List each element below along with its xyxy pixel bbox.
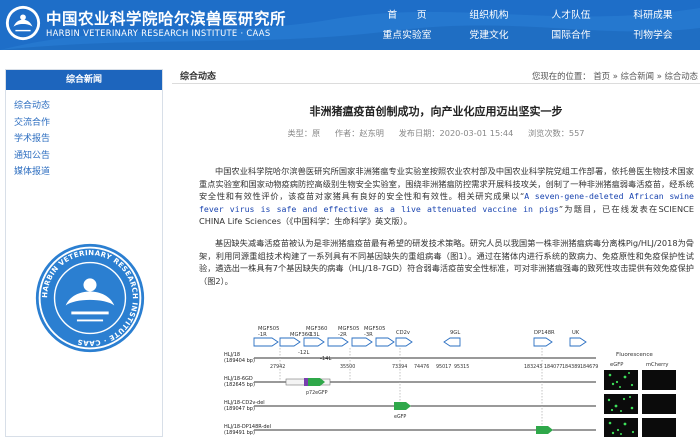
sidebar-item-general-news[interactable]: 综合动态 [14,98,162,115]
breadcrumb-current[interactable]: 综合动态 [665,71,699,81]
nav-talent[interactable]: 人才队伍 [536,7,606,21]
sidebar-list: 综合动态 交流合作 学术报告 通知公告 媒体报道 [6,90,162,181]
marker-label: p72eGFP [306,390,328,396]
gene-arrow [279,337,301,347]
article-date: 发布日期：2020-03-01 15:44 [398,128,514,138]
sidebar-title: 综合新闻 [6,70,162,90]
gene-arrow [327,337,349,347]
fluorescence-col-egfp: eGFP [610,362,623,368]
gene-arrow [569,337,587,347]
article-paragraph-1: 中国农业科学院哈尔滨兽医研究所国家非洲猪瘟专业实验室按照农业农村部及中国农业科学… [199,165,694,228]
coord-label: 95017 [436,364,451,370]
sidebar-item-exchange[interactable]: 交流合作 [14,115,162,132]
sidebar-item-notices[interactable]: 通知公告 [14,148,162,165]
coord-label: 73394 [392,364,407,370]
nav-journals[interactable]: 刊物学会 [618,27,688,41]
coord-label: 183243 [524,364,542,370]
figure-genome-map: MGF505 -1R MGF360 MGF360 -13L MGF505 -2R… [224,322,694,437]
mcherry-panel [642,394,676,414]
coord-label: 184389 [562,364,580,370]
strain-size: (182645 bp) [224,382,255,388]
gene-arrow [351,337,373,347]
gene-label: -12L [298,350,309,356]
gene-arrow [303,337,325,347]
gene-label: -3R [364,332,373,338]
gene-arrow [395,337,413,347]
main-content: 综合动态 您现在的位置： 首页 » 综合新闻 » 综合动态 非洲猪瘟疫苗创制成功… [172,66,700,437]
gene-arrow [443,337,461,347]
content-topbar: 综合动态 您现在的位置： 首页 » 综合新闻 » 综合动态 [172,66,700,84]
gene-arrow [253,337,279,347]
institute-emblem-icon: HARBIN VETERINARY RESEARCH INSTITUTE · C… [35,243,145,353]
gene-label: -1R [258,332,267,338]
sidebar: 综合新闻 综合动态 交流合作 学术报告 通知公告 媒体报道 HARBIN VET… [5,69,163,437]
strain-size: (189491 bp) [224,430,255,436]
coord-label: 95315 [454,364,469,370]
fluorescence-col-mcherry: mCherry [646,362,668,368]
sidebar-item-academic-reports[interactable]: 学术报告 [14,131,162,148]
breadcrumb-separator: » [612,71,618,81]
breadcrumb-prefix: 您现在的位置： [532,71,591,81]
fluorescence-title: Fluorescence [616,352,653,358]
gene-label: -14L [320,356,331,362]
egfp-cassette [536,426,553,434]
gene-label: DP148R [534,330,555,336]
strain-size: (189404 bp) [224,358,255,364]
mcherry-panel [642,370,676,390]
article-author: 作者：赵东明 [334,128,384,138]
article-meta: 类型：原 作者：赵东明 发布日期：2020-03-01 15:44 浏览次数：5… [172,127,700,139]
strain-size: (189047 bp) [224,406,255,412]
nav-home[interactable]: 首 页 [372,7,442,21]
institute-logo-icon[interactable] [4,4,42,42]
breadcrumb-separator: » [656,71,662,81]
coord-label: 184679 [580,364,598,370]
coord-label: 74476 [414,364,429,370]
breadcrumb-news[interactable]: 综合新闻 [621,71,655,81]
egfp-cassette [394,402,411,410]
gene-arrow [533,337,553,347]
gene-label: UK [572,330,580,336]
institute-name-en: HARBIN VETERINARY RESEARCH INSTITUTE · C… [46,28,271,38]
gene-arrow [375,337,395,347]
article-category: 类型：原 [287,128,321,138]
mcherry-panel [642,418,676,437]
gene-label: -2R [338,332,347,338]
article-paragraph-2: 基因缺失减毒活疫苗被认为是非洲猪瘟疫苗最有希望的研发技术策略。研究人员以我国第一… [199,238,694,286]
promoter-block [304,378,308,386]
gene-label: CD2v [396,330,410,336]
nav-achievements[interactable]: 科研成果 [618,7,688,21]
nav-party-culture[interactable]: 党建文化 [454,27,524,41]
coord-label: 27942 [270,364,285,370]
sidebar-item-media[interactable]: 媒体报道 [14,164,162,181]
coord-label: 35500 [340,364,355,370]
nav-international[interactable]: 国际合作 [536,27,606,41]
marker-label: eGFP [394,414,406,420]
article-views: 浏览次数：557 [527,128,585,138]
institute-name-cn[interactable]: 中国农业科学院哈尔滨兽医研究所 [46,7,286,29]
nav-key-lab[interactable]: 重点实验室 [372,27,442,41]
breadcrumb-home[interactable]: 首页 [593,71,610,81]
coord-label: 184077 [544,364,562,370]
nav-organization[interactable]: 组织机构 [454,7,524,21]
gene-label: -13L [308,332,319,338]
site-header: 中国农业科学院哈尔滨兽医研究所 HARBIN VETERINARY RESEAR… [0,0,700,50]
article-title: 非洲猪瘟疫苗创制成功，向产业化应用迈出坚实一步 [309,105,563,118]
section-title: 综合动态 [180,72,217,82]
breadcrumb: 您现在的位置： 首页 » 综合新闻 » 综合动态 [532,70,698,82]
genome-map-svg: MGF505 -1R MGF360 MGF360 -13L MGF505 -2R… [224,326,676,437]
gene-label: 9GL [450,330,460,336]
